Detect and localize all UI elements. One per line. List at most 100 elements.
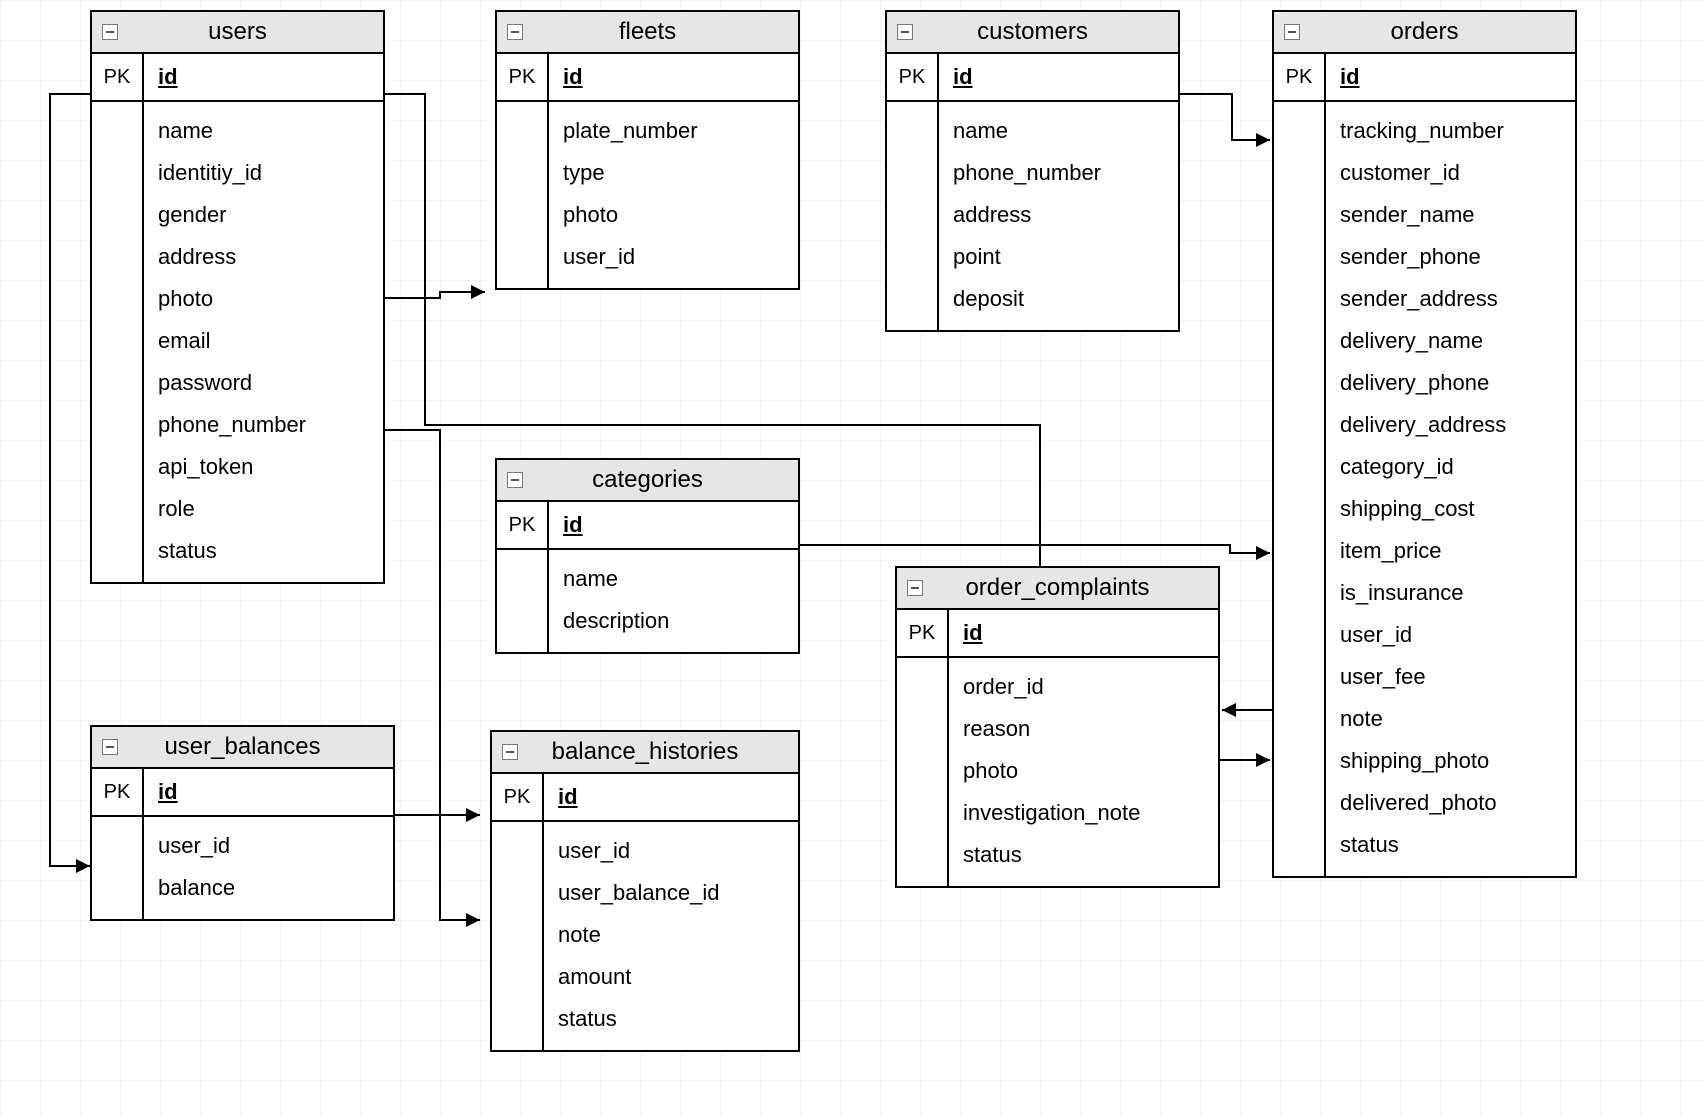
pk-row: PK id: [92, 769, 393, 817]
attr: status: [158, 530, 369, 572]
entity-title: customers: [913, 18, 1178, 46]
entity-title: orders: [1300, 18, 1575, 46]
attr: plate_number: [563, 110, 784, 152]
attr: sender_name: [1340, 194, 1561, 236]
entity-header[interactable]: balance_histories: [492, 732, 798, 774]
pk-row: PK id: [497, 502, 798, 550]
attr: amount: [558, 956, 784, 998]
attr: photo: [963, 750, 1204, 792]
attr: order_id: [963, 666, 1204, 708]
attr: role: [158, 488, 369, 530]
entity-header[interactable]: user_balances: [92, 727, 393, 769]
entity-title: user_balances: [118, 733, 393, 761]
attr: delivery_name: [1340, 320, 1561, 362]
attr: delivered_photo: [1340, 782, 1561, 824]
erd-canvas: users PK id name identitiy_id gender add…: [0, 0, 1704, 1116]
attr: photo: [158, 278, 369, 320]
attr: password: [158, 362, 369, 404]
entity-user-balances[interactable]: user_balances PK id user_id balance: [90, 725, 395, 921]
pk-label: PK: [887, 54, 939, 100]
collapse-icon[interactable]: [507, 24, 523, 40]
attr: name: [563, 558, 784, 600]
pk-label: PK: [92, 769, 144, 815]
attrs-list: name description: [549, 550, 798, 652]
attrs-list: user_id user_balance_id note amount stat…: [544, 822, 798, 1050]
attr: address: [953, 194, 1164, 236]
attr: delivery_phone: [1340, 362, 1561, 404]
attr: shipping_photo: [1340, 740, 1561, 782]
entity-title: balance_histories: [518, 738, 798, 766]
attr: user_fee: [1340, 656, 1561, 698]
entity-header[interactable]: orders: [1274, 12, 1575, 54]
attr: reason: [963, 708, 1204, 750]
attr: item_price: [1340, 530, 1561, 572]
collapse-icon[interactable]: [1284, 24, 1300, 40]
attr: shipping_cost: [1340, 488, 1561, 530]
attr: identitiy_id: [158, 152, 369, 194]
entity-order-complaints[interactable]: order_complaints PK id order_id reason p…: [895, 566, 1220, 888]
attr: tracking_number: [1340, 110, 1561, 152]
pk-column: id: [949, 610, 1218, 656]
attrs-list: plate_number type photo user_id: [549, 102, 798, 288]
attr: api_token: [158, 446, 369, 488]
entity-fleets[interactable]: fleets PK id plate_number type photo use…: [495, 10, 800, 290]
attr: name: [953, 110, 1164, 152]
entity-header[interactable]: users: [92, 12, 383, 54]
attr: investigation_note: [963, 792, 1204, 834]
attr: sender_address: [1340, 278, 1561, 320]
pk-row: PK id: [1274, 54, 1575, 102]
attrs-list: order_id reason photo investigation_note…: [949, 658, 1218, 886]
attr: status: [1340, 824, 1561, 866]
attr: description: [563, 600, 784, 642]
entity-orders[interactable]: orders PK id tracking_number customer_id…: [1272, 10, 1577, 878]
collapse-icon[interactable]: [102, 739, 118, 755]
entity-balance-histories[interactable]: balance_histories PK id user_id user_bal…: [490, 730, 800, 1052]
entity-header[interactable]: customers: [887, 12, 1178, 54]
collapse-icon[interactable]: [907, 580, 923, 596]
collapse-icon[interactable]: [507, 472, 523, 488]
attr: delivery_address: [1340, 404, 1561, 446]
collapse-icon[interactable]: [102, 24, 118, 40]
attr: phone_number: [158, 404, 369, 446]
pk-column: id: [1326, 54, 1575, 100]
pk-column: id: [144, 769, 393, 815]
entity-header[interactable]: order_complaints: [897, 568, 1218, 610]
pk-row: PK id: [92, 54, 383, 102]
pk-column: id: [144, 54, 383, 100]
pk-label: PK: [1274, 54, 1326, 100]
entity-title: order_complaints: [923, 574, 1218, 602]
attr: point: [953, 236, 1164, 278]
attr: user_id: [1340, 614, 1561, 656]
entity-users[interactable]: users PK id name identitiy_id gender add…: [90, 10, 385, 584]
entity-title: categories: [523, 466, 798, 494]
attr: note: [1340, 698, 1561, 740]
entity-customers[interactable]: customers PK id name phone_number addres…: [885, 10, 1180, 332]
attr: deposit: [953, 278, 1164, 320]
attr: user_id: [158, 825, 379, 867]
pk-row: PK id: [492, 774, 798, 822]
attr: name: [158, 110, 369, 152]
pk-column: id: [549, 502, 798, 548]
entity-header[interactable]: fleets: [497, 12, 798, 54]
attr: phone_number: [953, 152, 1164, 194]
attrs-list: user_id balance: [144, 817, 393, 919]
attr: status: [558, 998, 784, 1040]
pk-column: id: [549, 54, 798, 100]
pk-row: PK id: [887, 54, 1178, 102]
attr: gender: [158, 194, 369, 236]
attrs-list: name identitiy_id gender address photo e…: [144, 102, 383, 582]
pk-row: PK id: [497, 54, 798, 102]
attr: type: [563, 152, 784, 194]
entity-title: fleets: [523, 18, 798, 46]
pk-row: PK id: [897, 610, 1218, 658]
attrs-list: tracking_number customer_id sender_name …: [1326, 102, 1575, 876]
attrs-list: name phone_number address point deposit: [939, 102, 1178, 330]
pk-label: PK: [497, 54, 549, 100]
entity-header[interactable]: categories: [497, 460, 798, 502]
attr: customer_id: [1340, 152, 1561, 194]
attr: user_id: [563, 236, 784, 278]
entity-categories[interactable]: categories PK id name description: [495, 458, 800, 654]
collapse-icon[interactable]: [502, 744, 518, 760]
attr: user_id: [558, 830, 784, 872]
collapse-icon[interactable]: [897, 24, 913, 40]
